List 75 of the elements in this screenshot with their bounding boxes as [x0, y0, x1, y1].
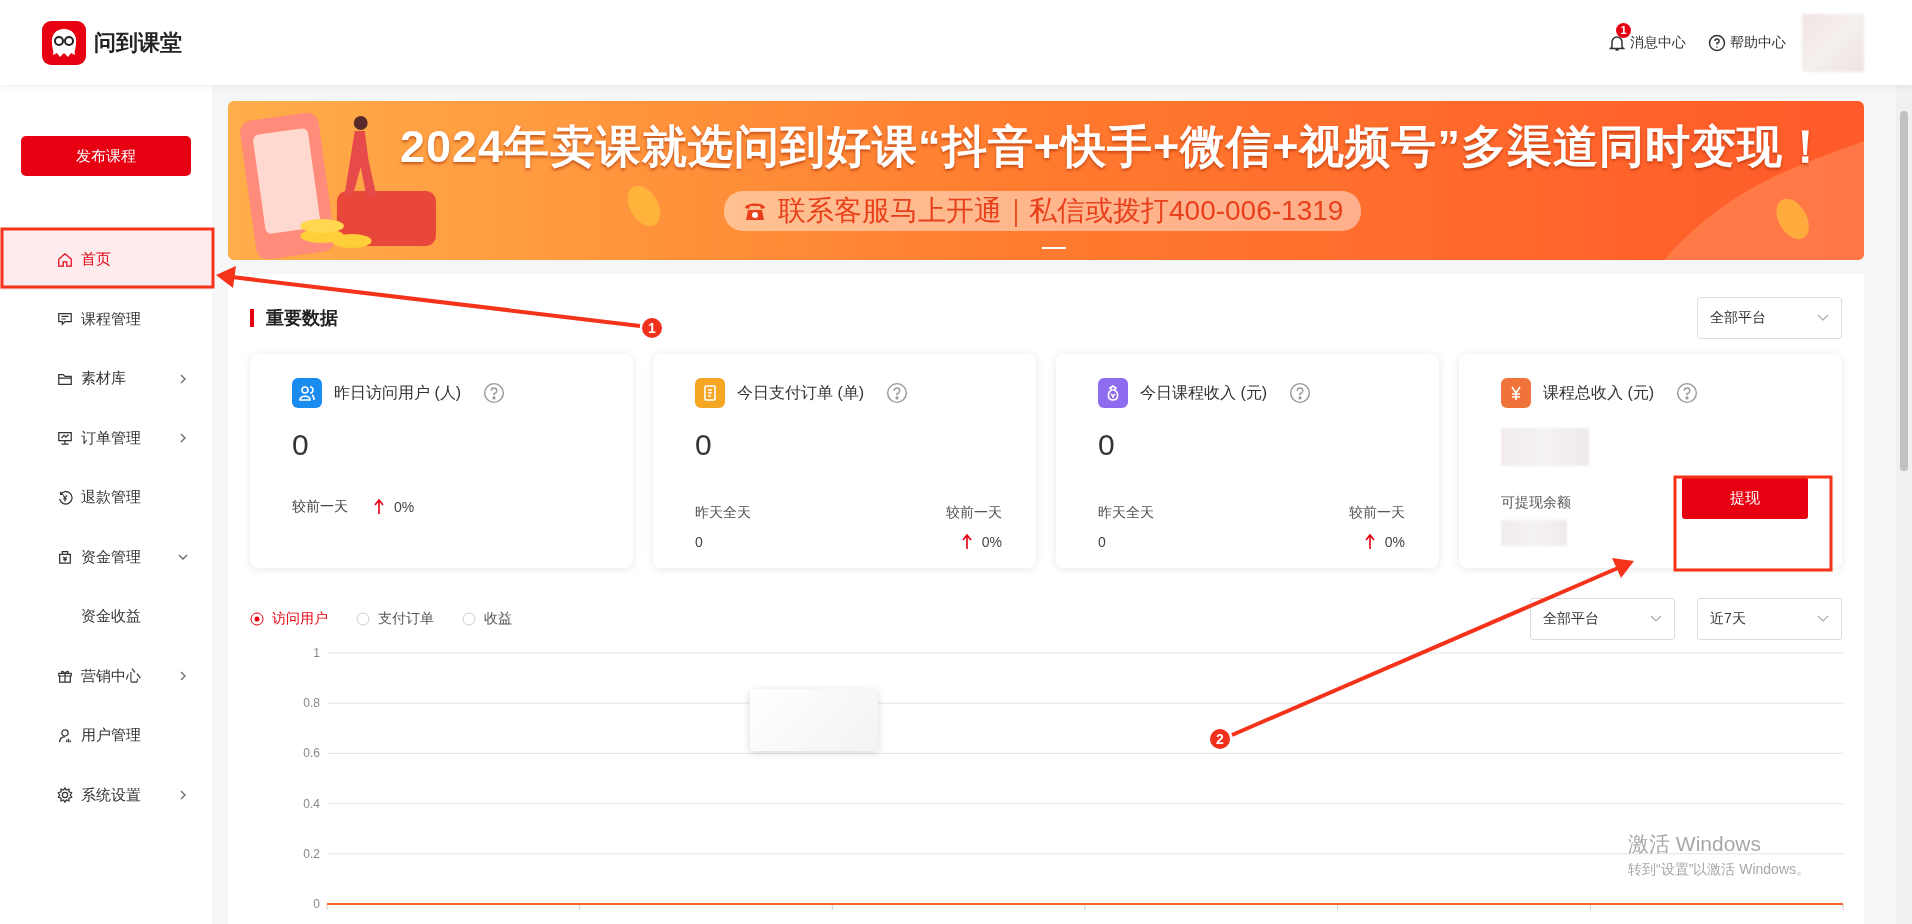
range-dropdown[interactable]: 近7天 — [1697, 598, 1842, 640]
up-arrow-icon — [961, 534, 972, 550]
step-number: 2 — [1210, 729, 1230, 749]
menu-item[interactable]: 订单管理 — [0, 408, 212, 468]
radio-option[interactable]: 收益 — [462, 610, 512, 628]
menu-item[interactable]: 课程管理 — [0, 289, 212, 349]
caret-icon — [1817, 314, 1829, 322]
menu-item[interactable]: 用户管理 — [0, 706, 212, 766]
stat-value: 0 — [292, 428, 310, 463]
change-value: 0% — [394, 499, 415, 515]
platform-dropdown[interactable]: 全部平台 — [1530, 598, 1675, 640]
axis-label: 0.8 — [303, 696, 320, 711]
yesterday-label: 昨天全天 — [695, 504, 751, 522]
radio-circle-icon — [462, 612, 476, 626]
monitor-icon — [57, 430, 73, 447]
wallet-icon — [57, 549, 73, 566]
card-title: 今日支付订单 (单) — [737, 382, 865, 403]
axis-label: 0.2 — [303, 846, 320, 861]
change-value: 0% — [1384, 534, 1405, 550]
notification-badge: 1 — [1616, 22, 1631, 38]
yesterday-value: 0 — [1098, 534, 1106, 550]
home-icon — [57, 251, 73, 268]
card-title: 课程总收入 (元) — [1543, 382, 1655, 403]
menu-item[interactable]: 退款管理 — [0, 468, 212, 528]
caret-icon — [1817, 615, 1829, 623]
compare-label: 较前一天 — [1349, 504, 1405, 522]
menu-item[interactable]: 素材库 — [0, 349, 212, 409]
axis-label: 1 — [313, 646, 320, 660]
chat-icon — [57, 311, 73, 328]
radio-option[interactable]: 访问用户 — [250, 610, 328, 628]
step-number: 1 — [642, 318, 662, 338]
compare-label: 较前一天 — [292, 498, 348, 516]
help-icon[interactable] — [1676, 382, 1699, 404]
axis-label: 0 — [313, 897, 320, 911]
change-value: 0% — [981, 534, 1002, 550]
menu-item[interactable]: 资金管理 — [0, 527, 212, 587]
menu-item[interactable]: 营销中心 — [0, 646, 212, 706]
radio-circle-icon — [356, 612, 370, 626]
submenu-item[interactable]: 资金收益 — [0, 587, 212, 647]
radio-option[interactable]: 支付订单 — [356, 610, 434, 628]
banner-contact: 联系客服马上开通｜私信或拨打400-006-1319 — [724, 191, 1362, 231]
platform-dropdown[interactable]: 全部平台 — [1697, 297, 1842, 339]
card-title: 昨日访问用户 (人) — [334, 382, 462, 403]
bell-icon — [1608, 33, 1626, 52]
card-title: 今日课程收入 (元) — [1140, 382, 1268, 403]
stat-value: 0 — [1098, 428, 1116, 463]
axis-label: 0.4 — [303, 796, 320, 811]
axis-label: 0.6 — [303, 746, 320, 761]
compare-label: 较前一天 — [946, 504, 1002, 522]
balance-label: 可提现余额 — [1501, 494, 1571, 512]
up-arrow-icon — [374, 499, 384, 515]
radio-circle-icon — [250, 612, 264, 626]
yesterday-value: 0 — [695, 534, 703, 550]
help-icon[interactable] — [483, 382, 506, 404]
scrollbar[interactable] — [1896, 85, 1912, 924]
up-arrow-icon — [1364, 534, 1375, 550]
help-icon[interactable] — [886, 382, 909, 404]
section-title: 重要数据 — [250, 309, 338, 327]
settings-icon — [57, 787, 73, 804]
activation-notice: 激活 Windows 转到“设置”以激活 Windows。 — [1628, 831, 1810, 879]
banner-headline: 2024年卖课就选问到好课“抖音+快手+微信+视频号”多渠道同时变现！ — [400, 120, 1829, 174]
stat-value: 0 — [695, 428, 713, 463]
yesterday-label: 昨天全天 — [1098, 504, 1154, 522]
user-icon — [57, 727, 73, 744]
help-icon — [1708, 33, 1726, 52]
publish-course-button[interactable]: 发布课程 — [21, 136, 191, 176]
logo-icon — [42, 20, 86, 65]
menu-item[interactable]: 系统设置 — [0, 765, 212, 825]
withdraw-button[interactable]: 提现 — [1682, 477, 1808, 519]
help-link[interactable]: 帮助中心 — [1708, 33, 1786, 52]
logo-text: 问到课堂 — [94, 28, 182, 57]
help-icon[interactable] — [1289, 382, 1312, 404]
caret-icon — [1650, 615, 1662, 623]
gift-icon — [57, 668, 73, 685]
refund-icon — [57, 489, 73, 506]
